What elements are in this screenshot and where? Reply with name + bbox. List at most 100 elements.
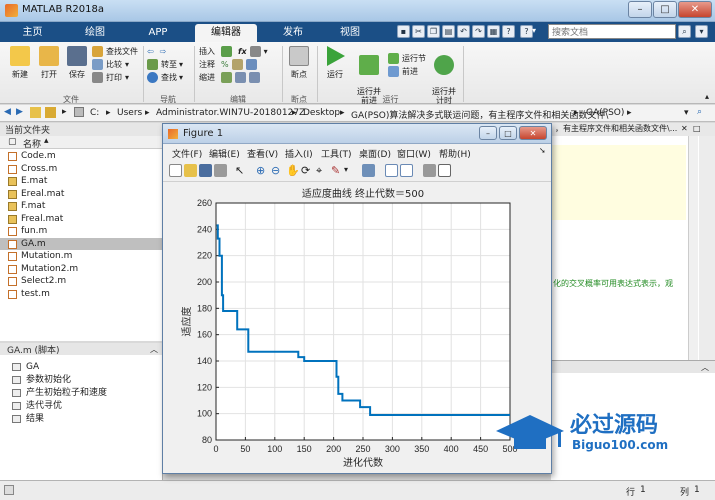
switch-window-icon[interactable]: ▦ (487, 25, 500, 38)
run-button[interactable]: 运行 (323, 46, 347, 80)
rotate-3d-icon[interactable]: ⟳ (301, 164, 314, 177)
editor-close-icon[interactable]: ✕ (681, 124, 688, 133)
cut-quick-icon[interactable]: ✂ (412, 25, 425, 38)
indent-button[interactable]: 缩进 (199, 71, 281, 84)
insert-legend-icon[interactable] (400, 164, 413, 177)
tab-view[interactable]: 视图 (325, 24, 375, 42)
file-list-item[interactable]: Cross.m (0, 163, 163, 176)
folder-up-icon[interactable] (30, 107, 41, 118)
tab-home[interactable]: 主页 (10, 24, 55, 42)
save-quick-icon[interactable]: ▪ (397, 25, 410, 38)
forward-arrow-icon[interactable]: ▶ (16, 107, 23, 117)
file-list-item[interactable]: Code.m (0, 150, 163, 163)
path-segment[interactable]: Users (117, 108, 142, 118)
insert-colorbar-icon[interactable] (385, 164, 398, 177)
menu-desktop[interactable]: 桌面(D) (359, 147, 391, 160)
insert-menu-icon[interactable] (249, 46, 261, 57)
tab-editor[interactable]: 编辑器 (195, 24, 257, 42)
command-expand-icon[interactable]: ︿ (701, 362, 709, 373)
find-files-button[interactable]: 查找文件 (92, 45, 142, 58)
editor-scrollbar[interactable] (688, 136, 698, 360)
comment-percent-icon[interactable]: % (221, 60, 229, 69)
compare-button[interactable]: 比较 ▾ (92, 58, 142, 71)
menu-help[interactable]: 帮助(H) (439, 147, 471, 160)
outline-item[interactable]: 结果 (12, 413, 44, 425)
insert-button[interactable]: 插入 fx ▾ (199, 45, 281, 58)
menu-window[interactable]: 窗口(W) (397, 147, 431, 160)
decrease-indent-icon[interactable] (249, 72, 260, 83)
file-list-item[interactable]: GA.m (0, 237, 163, 250)
details-expand-icon[interactable]: ︿ (150, 344, 158, 355)
file-list-item[interactable]: test.m (0, 288, 163, 301)
outline-item[interactable]: 参数初始化 (12, 374, 71, 386)
file-list-item[interactable]: Freal.mat (0, 213, 163, 226)
outline-item[interactable]: 迭代寻优 (12, 400, 62, 412)
figure-minimize-button[interactable]: – (479, 126, 497, 140)
goto-dropdown-icon[interactable]: ▾ (179, 60, 183, 69)
search-folder-icon[interactable]: ⌕ (697, 107, 702, 117)
advance-button[interactable]: 前进 (388, 65, 434, 78)
tab-plots[interactable]: 绘图 (70, 24, 120, 42)
increase-indent-icon[interactable] (235, 72, 246, 83)
data-cursor-icon[interactable]: ⌖ (316, 164, 329, 177)
fx-icon[interactable]: fx (238, 47, 247, 56)
open-button[interactable]: 打开 (35, 46, 63, 80)
help-quick-icon[interactable]: ? (502, 25, 515, 38)
tab-publish[interactable]: 发布 (268, 24, 318, 42)
outline-item[interactable]: GA (12, 361, 39, 373)
new-figure-icon[interactable] (169, 164, 182, 177)
nav-arrows[interactable]: ⇦ ⇨ (147, 45, 195, 58)
minimize-button[interactable]: – (628, 1, 652, 18)
save-figure-icon[interactable] (199, 164, 212, 177)
path-segment[interactable]: Desktop (303, 108, 340, 118)
expand-header-icon[interactable]: ▢ (8, 137, 17, 147)
file-list-item[interactable]: fun.m (0, 225, 163, 238)
show-plot-tools-icon[interactable] (438, 164, 451, 177)
paste-quick-icon[interactable]: ▤ (442, 25, 455, 38)
path-segment[interactable]: GA(PSO)算法解决多式联运问题，有主程序文件和相关函数文件\ (351, 108, 608, 121)
browse-folder-icon[interactable] (45, 107, 56, 118)
compare-dropdown-icon[interactable]: ▾ (125, 60, 129, 69)
breakpoints-button[interactable]: 断点 (286, 46, 312, 80)
open-file-icon[interactable] (184, 164, 197, 177)
file-list-item[interactable]: Mutation.m (0, 250, 163, 263)
brush-dropdown-icon[interactable]: ▾ (344, 165, 348, 174)
figure-maximize-button[interactable]: □ (499, 126, 517, 140)
search-icon[interactable]: ⌕ (678, 25, 691, 38)
save-button[interactable]: 保存 (63, 46, 91, 80)
figure-close-button[interactable]: ✕ (519, 126, 547, 140)
zoom-in-icon[interactable]: ⊕ (256, 164, 269, 177)
back-icon[interactable]: ⇦ (147, 47, 154, 56)
find-dropdown-icon[interactable]: ▾ (179, 73, 183, 82)
help-dropdown-icon[interactable]: ▾ (532, 26, 536, 35)
maximize-button[interactable]: □ (653, 1, 677, 18)
find-button[interactable]: 查找 ▾ (147, 71, 195, 84)
print-dropdown-icon[interactable]: ▾ (125, 73, 129, 82)
file-list-item[interactable]: E.mat (0, 175, 163, 188)
uncomment-icon[interactable] (245, 59, 257, 70)
path-segment[interactable]: C: (90, 108, 99, 118)
filter-icon[interactable]: ▾ (695, 25, 708, 38)
menu-dock-icon[interactable]: ➘ (539, 146, 546, 155)
comment-wrap-icon[interactable] (231, 59, 243, 70)
print-button[interactable]: 打印 ▾ (92, 71, 142, 84)
tab-apps[interactable]: APP (133, 24, 183, 42)
address-dropdown-icon[interactable]: ▾ (684, 108, 689, 118)
path-segment[interactable]: GA(PSO) (586, 108, 624, 118)
menu-view[interactable]: 查看(V) (247, 147, 278, 160)
menu-insert[interactable]: 插入(I) (285, 147, 313, 160)
zoom-out-icon[interactable]: ⊖ (271, 164, 284, 177)
collapse-ribbon-icon[interactable]: ▴ (705, 92, 709, 101)
editor-area[interactable]: ，有主程序文件和相关函数文件\... ✕ □ 化的交叉概率可用表达式表示，观 (551, 123, 715, 360)
edit-plot-arrow-icon[interactable]: ↖ (235, 164, 248, 177)
copy-quick-icon[interactable]: ❐ (427, 25, 440, 38)
goto-button[interactable]: 转至 ▾ (147, 58, 195, 71)
forward-icon[interactable]: ⇨ (160, 47, 167, 56)
insert-dropdown-icon[interactable]: ▾ (264, 47, 268, 56)
hide-plot-tools-icon[interactable] (423, 164, 436, 177)
menu-edit[interactable]: 编辑(E) (209, 147, 240, 160)
column-name-header[interactable]: 名称 (23, 137, 41, 150)
comment-button[interactable]: 注释% (199, 58, 281, 71)
new-button[interactable]: 新建 (6, 46, 34, 80)
menu-tools[interactable]: 工具(T) (321, 147, 352, 160)
